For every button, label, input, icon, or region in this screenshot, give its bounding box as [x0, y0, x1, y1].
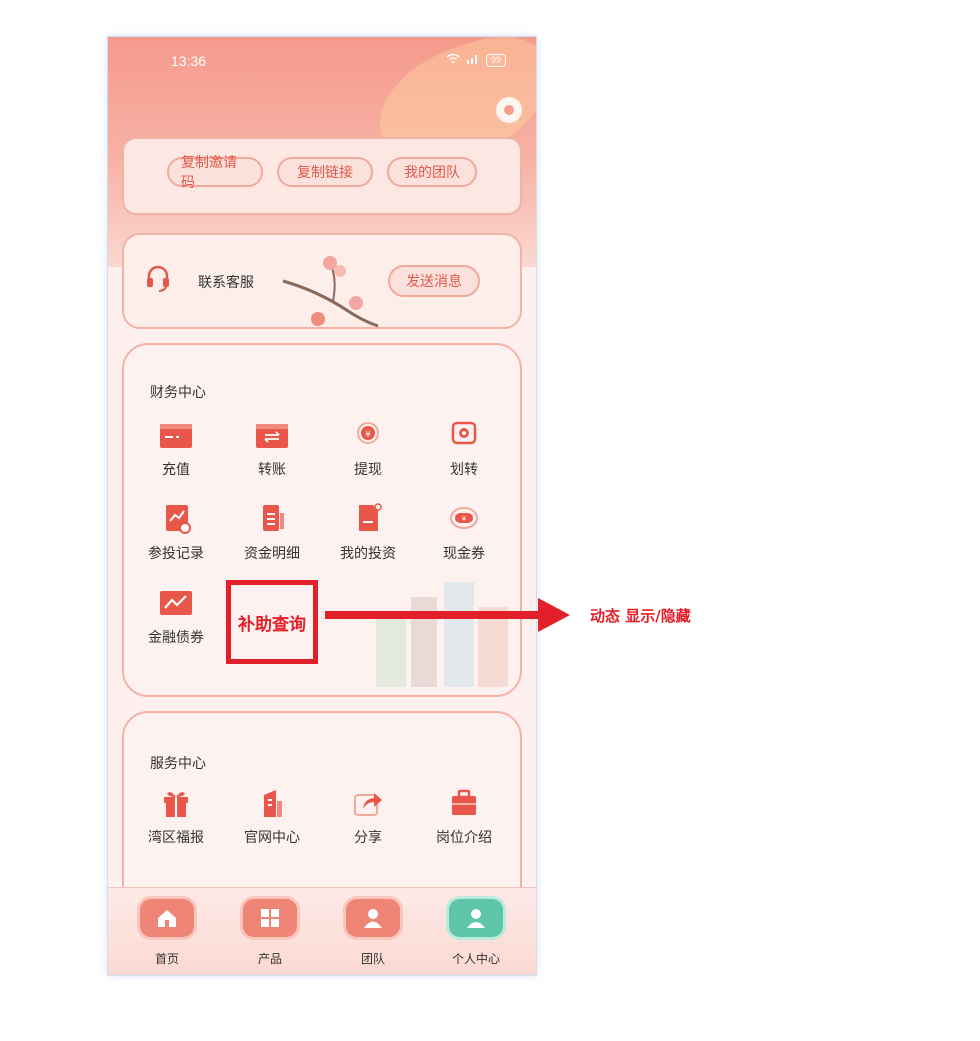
home-icon: [137, 896, 197, 940]
svg-text:¥: ¥: [365, 430, 371, 440]
withdraw-label: 提现: [354, 462, 382, 478]
team-icon: [343, 896, 403, 940]
transfer-item[interactable]: 转账: [224, 419, 320, 479]
annotation-arrow-line: [325, 611, 543, 619]
tab-profile-label: 个人中心: [451, 952, 500, 966]
svg-text:¥: ¥: [462, 515, 467, 523]
bottom-tab-bar: 首页 产品 团队 个人中心: [108, 887, 536, 975]
tab-team-label: 团队: [360, 952, 385, 966]
official-site-label: 官网中心: [244, 830, 300, 846]
building-icon: [264, 790, 282, 817]
contact-service-label: 联系客服: [198, 275, 254, 291]
phone-screen: 13:36 99 复制邀请码 复制链接 我的团队 联系客服 发送消息 财务中心: [108, 37, 536, 975]
financial-bond-label: 金融债券: [148, 630, 204, 646]
swap-icon: [451, 421, 477, 445]
copy-invite-code-button[interactable]: 复制邀请码: [167, 155, 263, 191]
settings-button[interactable]: [496, 97, 522, 123]
grid-icon: [240, 896, 300, 940]
send-message-button[interactable]: 发送消息: [388, 265, 480, 297]
subsidy-query-label: 补助查询: [238, 614, 306, 635]
my-investment-label: 我的投资: [340, 546, 396, 562]
fund-detail-label: 资金明细: [244, 546, 300, 562]
job-intro-item[interactable]: 岗位介绍: [416, 787, 512, 847]
plum-blossom-branch: [282, 256, 379, 328]
investment-doc-icon: [359, 503, 382, 531]
recharge-label: 充值: [162, 462, 190, 478]
gear-icon: [504, 105, 514, 115]
status-icons: 99: [446, 53, 506, 67]
city-skyline-decoration: [376, 582, 508, 687]
fund-detail-icon: [263, 505, 284, 531]
share-icon: [354, 793, 382, 816]
cash-coupon-item[interactable]: ¥ 现金券: [416, 503, 512, 563]
fund-detail-item[interactable]: 资金明细: [224, 503, 320, 563]
subsidy-query-highlight[interactable]: 补助查询: [226, 580, 318, 664]
withdraw-yuan-icon: ¥: [357, 422, 379, 444]
tab-home[interactable]: 首页: [127, 896, 207, 967]
signal-icon: [466, 53, 480, 67]
transfer-card-icon: [256, 424, 288, 448]
briefcase-icon: [452, 789, 476, 815]
cash-coupon-icon: ¥: [450, 507, 478, 529]
service-center-title: 服务中心: [150, 756, 206, 772]
investment-record-item[interactable]: 参投记录: [128, 503, 224, 563]
record-chart-icon: [166, 505, 191, 534]
annotation-note: 动态 显示/隐藏: [590, 607, 691, 625]
wifi-icon: [446, 53, 460, 67]
financial-bond-item[interactable]: 金融债券: [128, 587, 224, 647]
invite-actions: 复制邀请码 复制链接 我的团队: [108, 155, 536, 191]
copy-link-button[interactable]: 复制链接: [277, 157, 373, 187]
tab-home-label: 首页: [154, 952, 179, 966]
tab-products[interactable]: 产品: [230, 896, 310, 967]
bay-area-news-item[interactable]: 湾区福报: [128, 787, 224, 847]
annotation-arrow-head: [538, 598, 570, 632]
tab-profile[interactable]: 个人中心: [436, 896, 516, 967]
investment-record-label: 参投记录: [148, 546, 204, 562]
headset-icon: [147, 265, 169, 292]
transfer-label: 转账: [258, 462, 286, 478]
share-item[interactable]: 分享: [320, 787, 416, 847]
official-site-item[interactable]: 官网中心: [224, 787, 320, 847]
status-time: 13:36: [171, 53, 207, 69]
user-icon: [446, 896, 506, 940]
swap-label: 划转: [450, 462, 478, 478]
bond-chart-icon: [160, 591, 192, 615]
my-investment-item[interactable]: 我的投资: [320, 503, 416, 563]
finance-center-title: 财务中心: [150, 385, 206, 401]
withdraw-item[interactable]: ¥ 提现: [320, 419, 416, 479]
bay-area-news-label: 湾区福报: [148, 830, 204, 846]
swap-item[interactable]: 划转: [416, 419, 512, 479]
cash-coupon-label: 现金券: [443, 546, 485, 562]
recharge-card-icon: [160, 424, 192, 448]
job-intro-label: 岗位介绍: [436, 830, 492, 846]
battery-icon: 99: [485, 53, 506, 67]
gift-icon: [164, 792, 188, 817]
tab-team[interactable]: 团队: [333, 896, 413, 967]
share-label: 分享: [354, 830, 382, 846]
my-team-button[interactable]: 我的团队: [387, 157, 477, 187]
recharge-item[interactable]: 充值: [128, 419, 224, 479]
tab-products-label: 产品: [257, 952, 282, 966]
